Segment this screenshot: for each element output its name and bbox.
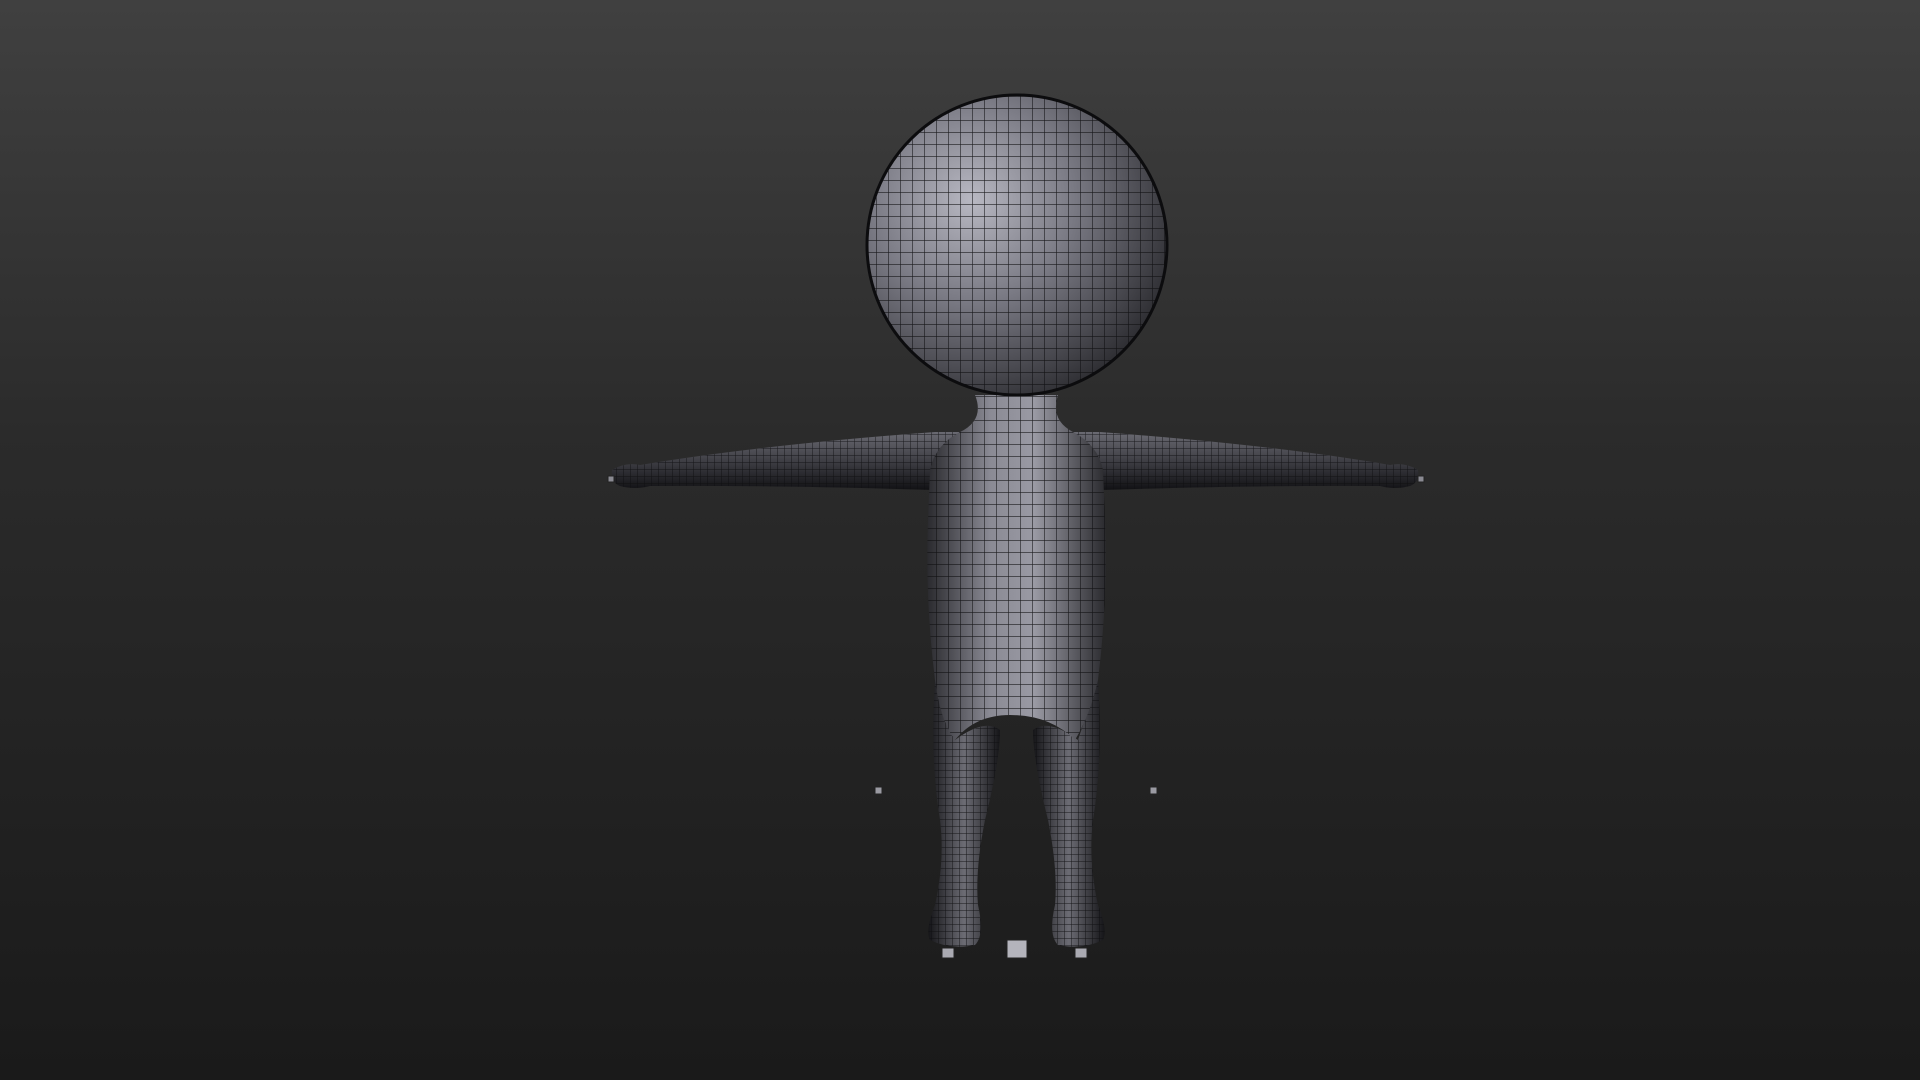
3d-viewport[interactable] xyxy=(0,0,1920,1080)
right-hand-handle[interactable] xyxy=(1417,475,1425,483)
left-hand-handle[interactable] xyxy=(607,475,615,483)
left-knee-handle[interactable] xyxy=(874,786,883,795)
right-knee-handle[interactable] xyxy=(1149,786,1158,795)
right-foot-handle[interactable] xyxy=(1074,947,1088,959)
scene-canvas[interactable] xyxy=(0,0,1920,1080)
root-handle[interactable] xyxy=(1006,939,1028,959)
left-foot-handle[interactable] xyxy=(941,947,955,959)
head-mesh[interactable] xyxy=(860,90,1180,410)
